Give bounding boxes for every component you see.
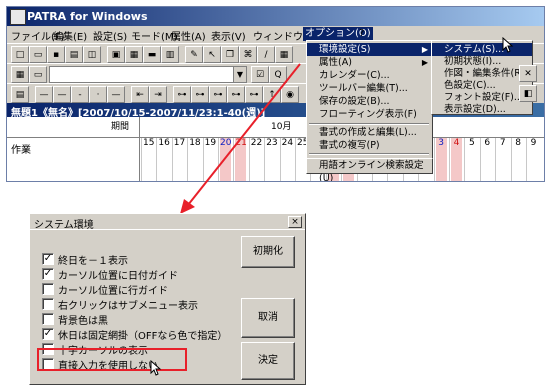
checkbox[interactable]: ✓ [42, 253, 54, 265]
checkbox[interactable]: ✓ [42, 328, 54, 340]
checkbox[interactable] [42, 313, 54, 325]
option-label: カーソル位置に日付ガイド [58, 271, 178, 282]
cancel-button[interactable]: 取消 [241, 298, 295, 338]
mouse-cursor-icon [150, 360, 162, 376]
option-label: 休日は固定網掛（OFFなら色で指定） [58, 331, 228, 342]
ok-button[interactable]: 決定 [241, 342, 295, 380]
checkbox[interactable] [42, 298, 54, 310]
highlight-box [37, 348, 187, 371]
dialog-titlebar: システム環境 × [30, 214, 305, 231]
option-label: 背景色は黒 [58, 316, 108, 327]
close-icon[interactable]: × [288, 216, 302, 228]
reset-button[interactable]: 初期化 [241, 236, 295, 268]
option-label: カーソル位置に行ガイド [58, 286, 168, 297]
dialog-title: システム環境 [34, 220, 94, 231]
option-label: 右クリックはサブメニュー表示 [58, 301, 198, 312]
checkbox[interactable] [42, 283, 54, 295]
option-label: 終日を－１表示 [58, 256, 128, 267]
checkbox[interactable]: ✓ [42, 268, 54, 280]
